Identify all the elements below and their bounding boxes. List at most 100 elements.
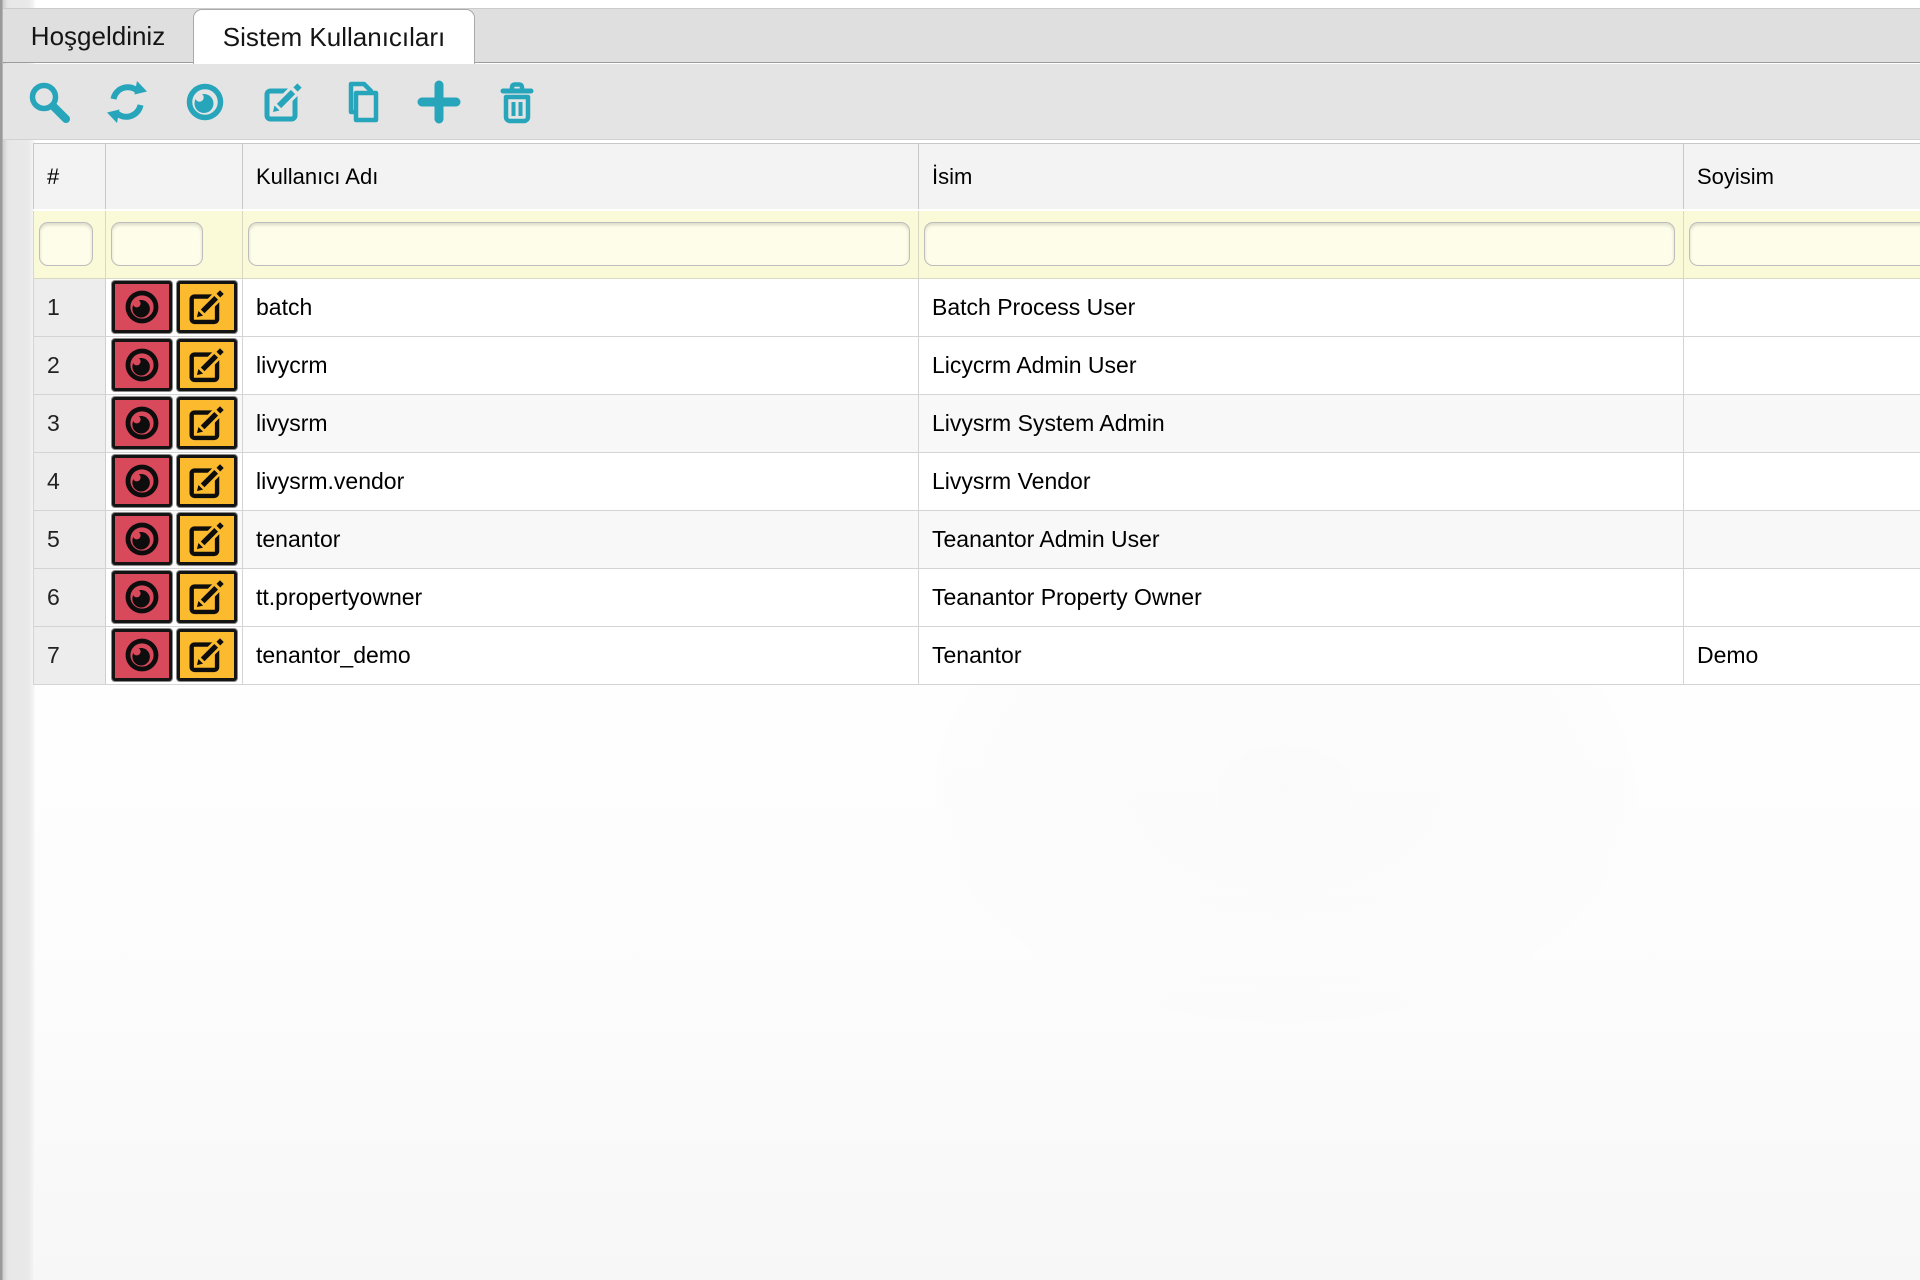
tab-sistem-kullanicilari[interactable]: Sistem Kullanıcıları — [193, 9, 475, 64]
row-view-button[interactable] — [112, 455, 172, 507]
username-cell: livysrm.vendor — [243, 452, 919, 510]
row-number-cell: 6 — [34, 568, 106, 626]
copy-button[interactable] — [337, 78, 385, 126]
name-cell: Tenantor — [919, 626, 1684, 684]
username-cell: tt.propertyowner — [243, 568, 919, 626]
name-cell: Batch Process User — [919, 278, 1684, 336]
surname-cell — [1684, 568, 1920, 626]
user-row[interactable]: 2 — [34, 336, 1920, 394]
user-row[interactable]: 4 — [34, 452, 1920, 510]
row-edit-button[interactable] — [177, 455, 237, 507]
view-record-icon — [181, 78, 229, 126]
grid-header-row: # Kullanıcı Adı İsim Soyisim — [34, 144, 1920, 211]
name-cell: Teanantor Property Owner — [919, 568, 1684, 626]
row-view-button[interactable] — [112, 281, 172, 333]
tab-bar: Hoşgeldiniz Sistem Kullanıcıları — [3, 8, 1920, 63]
row-view-button[interactable] — [112, 339, 172, 391]
refresh-icon — [103, 78, 151, 126]
edit-icon — [186, 518, 228, 560]
row-actions-cell — [106, 394, 243, 452]
row-edit-button[interactable] — [177, 339, 237, 391]
row-view-button[interactable] — [112, 571, 172, 623]
row-number-cell: 5 — [34, 510, 106, 568]
filter-name-input[interactable] — [924, 222, 1675, 266]
copy-icon — [337, 78, 385, 126]
tab-hosgeldiniz[interactable]: Hoşgeldiniz — [3, 9, 193, 63]
edit-icon — [186, 634, 228, 676]
filter-rownum-input[interactable] — [39, 222, 93, 266]
row-number-cell: 4 — [34, 452, 106, 510]
view-button[interactable] — [181, 78, 229, 126]
refresh-button[interactable] — [103, 78, 151, 126]
row-number-cell: 1 — [34, 278, 106, 336]
edit-icon — [259, 78, 307, 126]
row-view-button[interactable] — [112, 513, 172, 565]
grid-body: 1 — [34, 278, 1920, 684]
user-row[interactable]: 7 — [34, 626, 1920, 684]
user-row[interactable]: 1 — [34, 278, 1920, 336]
user-row[interactable]: 5 — [34, 510, 1920, 568]
row-edit-button[interactable] — [177, 629, 237, 681]
tab-label: Hoşgeldiniz — [31, 21, 165, 52]
view-record-icon — [121, 460, 163, 502]
view-record-icon — [121, 286, 163, 328]
username-cell: batch — [243, 278, 919, 336]
surname-cell — [1684, 394, 1920, 452]
row-actions-cell — [106, 626, 243, 684]
edit-icon — [186, 344, 228, 386]
row-actions-cell — [106, 278, 243, 336]
filter-surname-input[interactable] — [1689, 222, 1920, 266]
search-icon — [25, 78, 73, 126]
row-actions-cell — [106, 568, 243, 626]
surname-cell — [1684, 278, 1920, 336]
row-number-cell: 7 — [34, 626, 106, 684]
user-row[interactable]: 6 — [34, 568, 1920, 626]
row-edit-button[interactable] — [177, 571, 237, 623]
delete-button[interactable] — [493, 78, 541, 126]
view-record-icon — [121, 576, 163, 618]
plus-icon — [415, 78, 463, 126]
edit-icon — [186, 460, 228, 502]
row-edit-button[interactable] — [177, 397, 237, 449]
surname-cell — [1684, 510, 1920, 568]
filter-actions-input[interactable] — [111, 222, 203, 266]
add-button[interactable] — [415, 78, 463, 126]
name-cell: Livysrm Vendor — [919, 452, 1684, 510]
name-cell: Teanantor Admin User — [919, 510, 1684, 568]
row-actions-cell — [106, 510, 243, 568]
view-record-icon — [121, 344, 163, 386]
row-actions-cell — [106, 336, 243, 394]
row-number-cell: 2 — [34, 336, 106, 394]
col-header-name[interactable]: İsim — [919, 144, 1684, 211]
edit-icon — [186, 576, 228, 618]
username-cell: livycrm — [243, 336, 919, 394]
col-header-surname[interactable]: Soyisim — [1684, 144, 1920, 211]
edit-button[interactable] — [259, 78, 307, 126]
view-record-icon — [121, 634, 163, 676]
user-row[interactable]: 3 — [34, 394, 1920, 452]
users-grid: # Kullanıcı Adı İsim Soyisim 1 — [33, 143, 1920, 685]
username-cell: tenantor_demo — [243, 626, 919, 684]
row-actions-cell — [106, 452, 243, 510]
row-view-button[interactable] — [112, 397, 172, 449]
col-header-actions[interactable] — [106, 144, 243, 211]
name-cell: Licycrm Admin User — [919, 336, 1684, 394]
search-button[interactable] — [25, 78, 73, 126]
window-left-edge — [0, 0, 35, 1280]
grid-filter-row — [34, 210, 1920, 278]
view-record-icon — [121, 518, 163, 560]
row-number-cell: 3 — [34, 394, 106, 452]
name-cell: Livysrm System Admin — [919, 394, 1684, 452]
col-header-rownum[interactable]: # — [34, 144, 106, 211]
grid-toolbar — [3, 64, 1920, 140]
row-edit-button[interactable] — [177, 281, 237, 333]
col-header-username[interactable]: Kullanıcı Adı — [243, 144, 919, 211]
filter-username-input[interactable] — [248, 222, 910, 266]
trash-icon — [493, 78, 541, 126]
view-record-icon — [121, 402, 163, 444]
edit-icon — [186, 286, 228, 328]
surname-cell: Demo — [1684, 626, 1920, 684]
username-cell: livysrm — [243, 394, 919, 452]
row-edit-button[interactable] — [177, 513, 237, 565]
row-view-button[interactable] — [112, 629, 172, 681]
